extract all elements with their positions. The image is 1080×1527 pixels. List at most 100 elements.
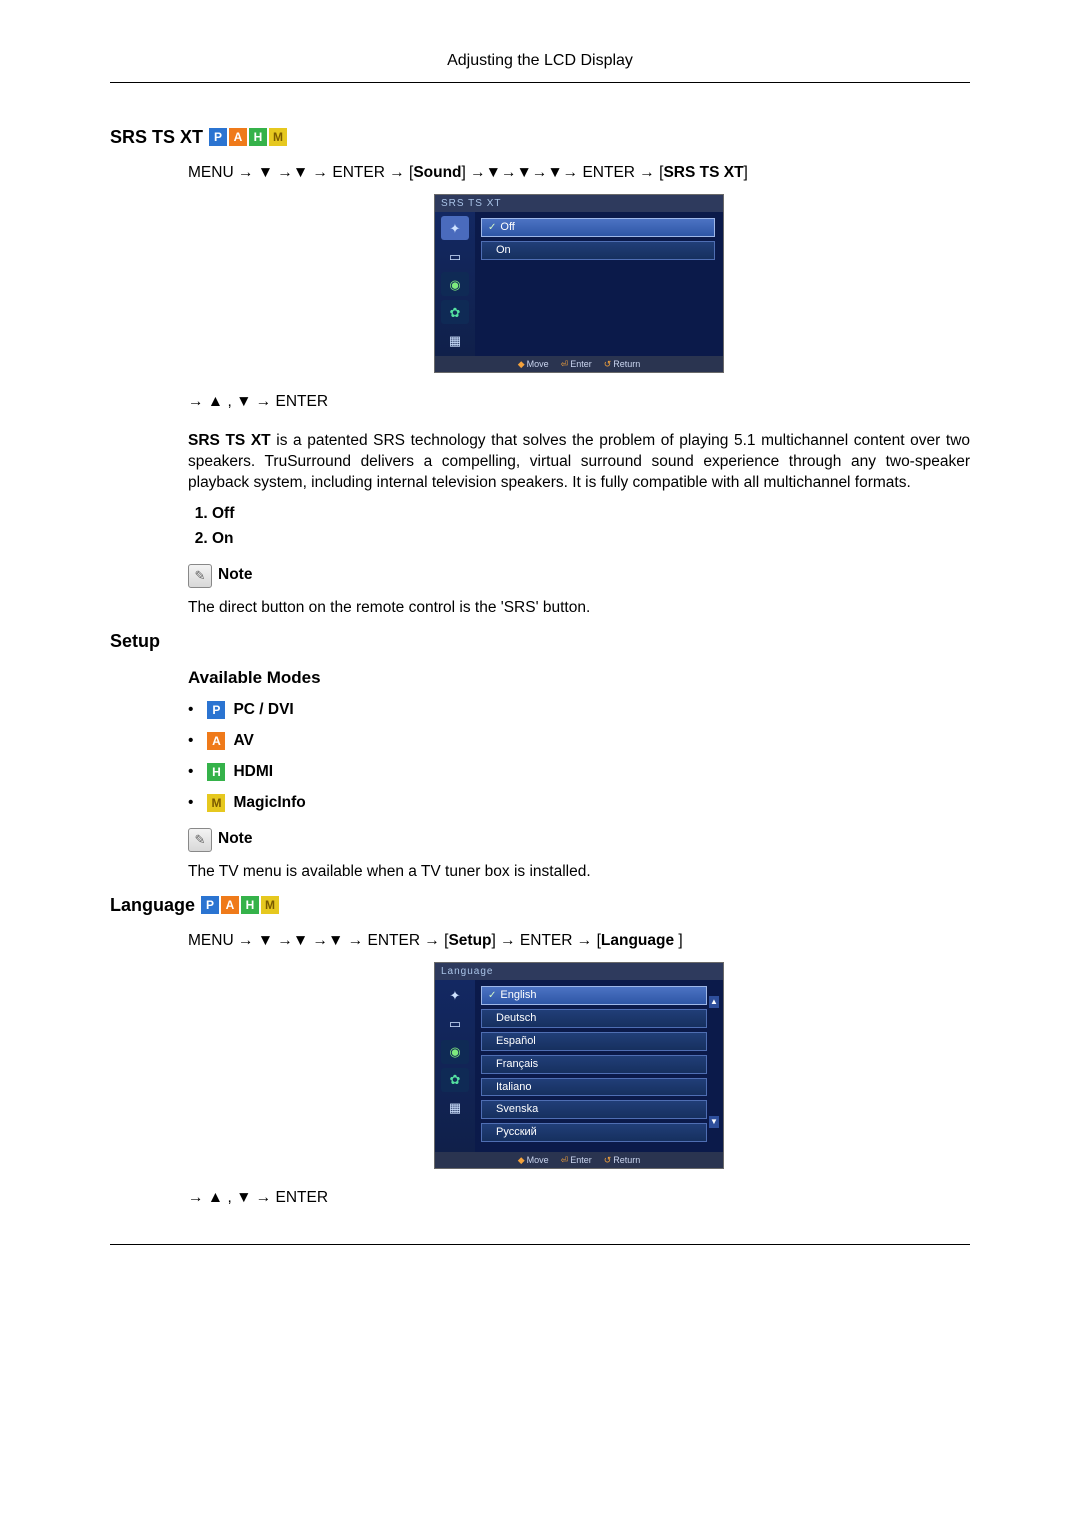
mode-badge-p-icon: P	[207, 701, 225, 719]
lang-option-russian[interactable]: Русский	[481, 1123, 707, 1142]
footer-divider	[110, 1244, 970, 1245]
badge-p-icon: P	[201, 896, 219, 914]
scroll-up-icon[interactable]: ▲	[709, 996, 719, 1008]
sound-tab-icon[interactable]: ▭	[441, 1012, 469, 1036]
language-arrow-line: → ▲ , ▼ → ENTER	[188, 1188, 970, 1209]
srs-osd-figure: SRS TS XT ✦ ▭ ◉ ✿ ▦ Off On ◆Move	[188, 194, 970, 374]
move-dot-icon: ◆	[518, 1155, 525, 1165]
osd-option-on[interactable]: On	[481, 241, 715, 260]
srs-description: SRS TS XT is a patented SRS technology t…	[188, 431, 970, 494]
srs-option-1-label: Off	[212, 505, 234, 522]
path-srs: SRS TS XT	[663, 164, 743, 181]
lang-option-deutsch[interactable]: Deutsch	[481, 1009, 707, 1028]
language-heading-badges: P A H M	[201, 896, 279, 914]
path-suffix: ]	[744, 164, 748, 181]
settings-tab-icon[interactable]: ◉	[441, 1040, 469, 1064]
language-heading-row: Language P A H M	[110, 893, 970, 917]
lang-option-italiano[interactable]: Italiano	[481, 1078, 707, 1097]
footer-move: Move	[527, 1155, 549, 1165]
path-setup: Setup	[448, 932, 491, 949]
page-header-caption: Adjusting the LCD Display	[110, 50, 970, 72]
mode-list-item-h: H HDMI	[188, 762, 970, 783]
note-icon: ✎	[188, 828, 212, 852]
mode-label-pc: PC / DVI	[233, 700, 293, 721]
srs-note-row: ✎ Note	[188, 564, 970, 588]
note-icon: ✎	[188, 564, 212, 588]
setup-tab-icon[interactable]: ✿	[441, 300, 469, 324]
mode-badge-m-icon: M	[207, 794, 225, 812]
footer-move: Move	[527, 359, 549, 369]
badge-h-icon: H	[241, 896, 259, 914]
mode-label-av: AV	[233, 731, 253, 752]
path-sound: Sound	[413, 164, 461, 181]
osd-footer: ◆Move ⏎Enter ↺Return	[435, 1152, 723, 1168]
language-menu-path: MENU → ▼ →▼ →▼ → ENTER → [Setup] → ENTER…	[188, 931, 970, 952]
mode-badge-h-icon: H	[207, 763, 225, 781]
path-lang: Language	[601, 932, 679, 949]
available-modes-heading: Available Modes	[188, 667, 970, 690]
srs-menu-path: MENU → ▼ →▼ → ENTER → [Sound] →▼→▼→▼→ EN…	[188, 163, 970, 184]
multi-tab-icon[interactable]: ▦	[441, 328, 469, 352]
badge-h-icon: H	[249, 128, 267, 146]
srs-desc-bold: SRS TS XT	[188, 432, 271, 449]
mode-list-item-p: P PC / DVI	[188, 700, 970, 721]
lang-option-english[interactable]: English	[481, 986, 707, 1005]
language-osd-figure: Language ✦ ▭ ◉ ✿ ▦ English Deutsch Españ…	[188, 962, 970, 1170]
osd-sidebar: ✦ ▭ ◉ ✿ ▦	[435, 212, 475, 356]
osd-footer: ◆Move ⏎Enter ↺Return	[435, 356, 723, 372]
path-prefix: MENU → ▼ →▼ → ENTER → [	[188, 164, 413, 181]
osd-option-off[interactable]: Off	[481, 218, 715, 237]
badge-a-icon: A	[229, 128, 247, 146]
return-arrow-icon: ↺	[604, 1155, 612, 1165]
mode-badge-a-icon: A	[207, 732, 225, 750]
setup-tab-icon[interactable]: ✿	[441, 1068, 469, 1092]
move-dot-icon: ◆	[518, 359, 525, 369]
path-mid: ] → ENTER → [	[492, 932, 601, 949]
srs-heading-text: SRS TS XT	[110, 125, 203, 149]
mode-list: P PC / DVI A AV H HDMI M MagicInfo	[188, 700, 970, 814]
mode-label-magicinfo: MagicInfo	[233, 793, 305, 814]
srs-heading-badges: P A H M	[209, 128, 287, 146]
srs-note-text: The direct button on the remote control …	[188, 598, 970, 619]
mode-label-hdmi: HDMI	[233, 762, 273, 783]
picture-tab-icon[interactable]: ✦	[441, 984, 469, 1008]
srs-option-2: On	[212, 529, 970, 550]
badge-m-icon: M	[261, 896, 279, 914]
srs-osd-title: SRS TS XT	[435, 195, 723, 213]
lang-option-espanol[interactable]: Español	[481, 1032, 707, 1051]
sound-tab-icon[interactable]: ▭	[441, 244, 469, 268]
badge-a-icon: A	[221, 896, 239, 914]
multi-tab-icon[interactable]: ▦	[441, 1096, 469, 1120]
badge-p-icon: P	[209, 128, 227, 146]
lang-option-svenska[interactable]: Svenska	[481, 1100, 707, 1119]
setup-heading: Setup	[110, 629, 970, 653]
enter-key-icon: ⏎	[561, 359, 569, 369]
header-divider	[110, 82, 970, 83]
osd-scrollbar[interactable]: ▲ ▼	[709, 996, 719, 1128]
enter-key-icon: ⏎	[561, 1155, 569, 1165]
language-osd-window: Language ✦ ▭ ◉ ✿ ▦ English Deutsch Españ…	[434, 962, 724, 1170]
footer-return: Return	[613, 1155, 640, 1165]
srs-option-1: Off	[212, 504, 970, 525]
language-osd-title: Language	[435, 963, 723, 981]
srs-note-label: Note	[218, 565, 252, 586]
lang-option-francais[interactable]: Français	[481, 1055, 707, 1074]
srs-desc-body: is a patented SRS technology that solves…	[188, 432, 970, 491]
setup-note-text: The TV menu is available when a TV tuner…	[188, 862, 970, 883]
osd-main-panel: English Deutsch Español Français Italian…	[475, 980, 723, 1152]
picture-tab-icon[interactable]: ✦	[441, 216, 469, 240]
srs-option-2-label: On	[212, 530, 234, 547]
setup-note-label: Note	[218, 829, 252, 850]
srs-arrow-line: → ▲ , ▼ → ENTER	[188, 392, 970, 413]
osd-sidebar: ✦ ▭ ◉ ✿ ▦	[435, 980, 475, 1152]
srs-heading-row: SRS TS XT P A H M	[110, 125, 970, 149]
mode-list-item-a: A AV	[188, 731, 970, 752]
footer-enter: Enter	[570, 1155, 592, 1165]
osd-main-panel: Off On	[475, 212, 723, 356]
srs-option-list: Off On	[188, 504, 970, 550]
footer-return: Return	[613, 359, 640, 369]
return-arrow-icon: ↺	[604, 359, 612, 369]
scroll-down-icon[interactable]: ▼	[709, 1116, 719, 1128]
language-heading-text: Language	[110, 893, 195, 917]
settings-tab-icon[interactable]: ◉	[441, 272, 469, 296]
